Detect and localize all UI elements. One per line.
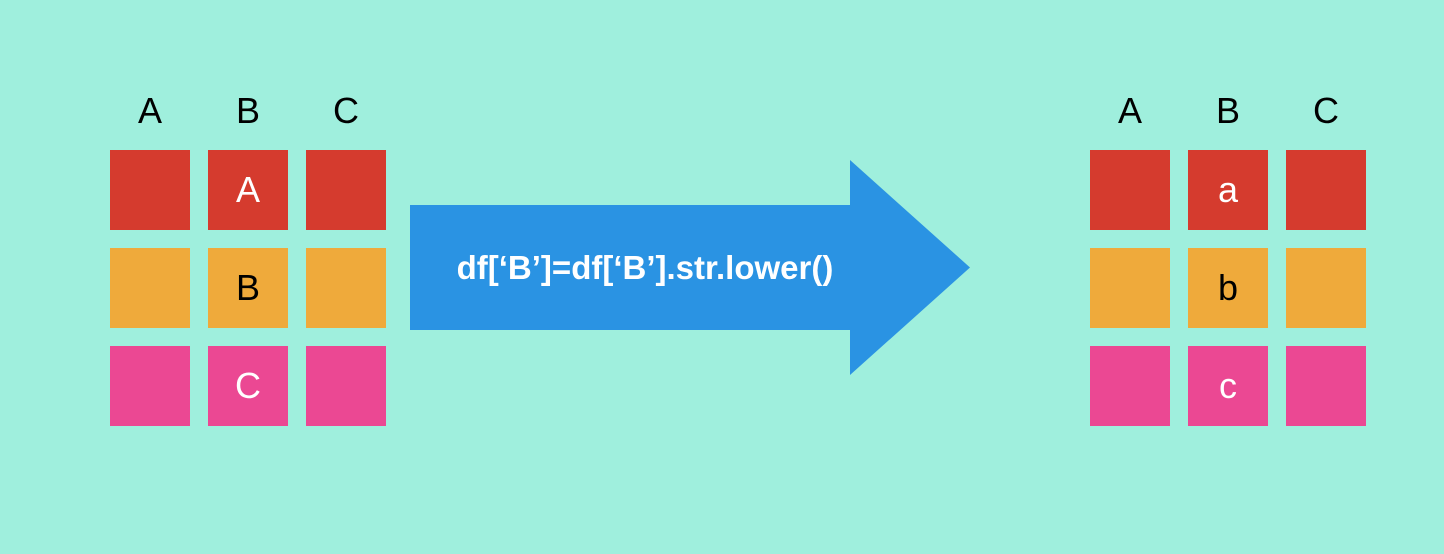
cell-left-1-B: B	[208, 248, 288, 328]
arrow-code-label: df[‘B’]=df[‘B’].str.lower()	[410, 160, 880, 375]
cell-left-2-C	[306, 346, 386, 426]
transformation-arrow: df[‘B’]=df[‘B’].str.lower()	[410, 160, 970, 375]
left-row-0: A	[110, 150, 386, 230]
cell-left-0-C	[306, 150, 386, 230]
cell-left-1-A	[110, 248, 190, 328]
cell-right-2-B: c	[1188, 346, 1268, 426]
cell-left-2-A	[110, 346, 190, 426]
input-dataframe-grid: A B C A B C	[110, 90, 386, 426]
cell-right-2-A	[1090, 346, 1170, 426]
left-row-1: B	[110, 248, 386, 328]
cell-right-1-A	[1090, 248, 1170, 328]
right-row-1: b	[1090, 248, 1366, 328]
cell-left-2-B: C	[208, 346, 288, 426]
cell-right-1-B: b	[1188, 248, 1268, 328]
cell-right-1-C	[1286, 248, 1366, 328]
col-header-B: B	[208, 90, 288, 132]
cell-left-0-B: A	[208, 150, 288, 230]
col-header-A: A	[110, 90, 190, 132]
col-header-C-r: C	[1286, 90, 1366, 132]
cell-left-0-A	[110, 150, 190, 230]
col-header-B-r: B	[1188, 90, 1268, 132]
cell-right-0-B: a	[1188, 150, 1268, 230]
output-dataframe-grid: A B C a b c	[1090, 90, 1366, 426]
column-headers-right: A B C	[1090, 90, 1366, 132]
right-row-2: c	[1090, 346, 1366, 426]
cell-right-0-A	[1090, 150, 1170, 230]
right-row-0: a	[1090, 150, 1366, 230]
column-headers-left: A B C	[110, 90, 386, 132]
cell-right-0-C	[1286, 150, 1366, 230]
col-header-A-r: A	[1090, 90, 1170, 132]
cell-right-2-C	[1286, 346, 1366, 426]
cell-left-1-C	[306, 248, 386, 328]
left-row-2: C	[110, 346, 386, 426]
col-header-C: C	[306, 90, 386, 132]
